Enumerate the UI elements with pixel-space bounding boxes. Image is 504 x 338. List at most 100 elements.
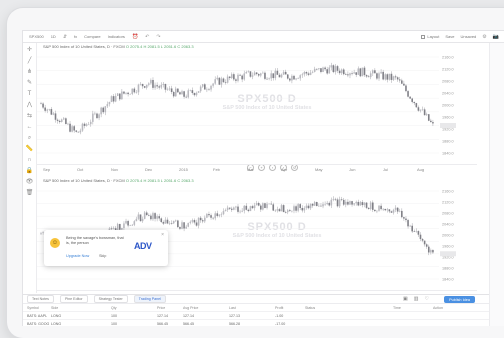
interval-button[interactable]: 1D	[51, 34, 56, 39]
bars-style-icon[interactable]: ⇵	[63, 34, 67, 40]
upgrade-popup: × ☺ Being the savage's bowsman, that is,…	[44, 230, 168, 266]
publish-idea-button[interactable]: Publish Idea	[444, 296, 475, 303]
candle-body	[158, 216, 160, 219]
heart-icon[interactable]: ♡	[425, 296, 429, 302]
compare-button[interactable]: Compare	[84, 34, 100, 39]
candle-body	[297, 78, 299, 79]
candle-body	[228, 207, 231, 209]
chart-type-icon[interactable]: ▥	[414, 296, 419, 302]
measure-icon[interactable]: 📏	[26, 146, 33, 152]
candle-body	[351, 201, 353, 205]
price-tick-label: 1960.0	[442, 245, 454, 249]
candle-body	[170, 88, 173, 93]
indicators-button[interactable]: Indicators	[108, 34, 125, 39]
candle-body	[96, 113, 98, 119]
settings-icon[interactable]: ⚙	[482, 34, 486, 40]
candle-body	[135, 92, 138, 93]
candle-body	[419, 109, 422, 111]
tab-pine-editor[interactable]: Pine Editor	[59, 295, 88, 303]
candle-body	[148, 83, 150, 85]
tab-trading-panel[interactable]: Trading Panel	[133, 295, 166, 303]
alert-icon[interactable]: ⏰	[132, 34, 138, 40]
candle-body	[195, 92, 198, 96]
price-tick-label: 2160.0	[442, 56, 454, 60]
zoom-icon[interactable]: ⌕	[28, 135, 31, 141]
candle-body	[411, 225, 413, 232]
candle-body	[108, 102, 111, 105]
candle-body	[218, 77, 221, 85]
candle-body	[336, 66, 339, 71]
layout-toggle[interactable]: Layout	[421, 34, 439, 39]
save-button[interactable]: Save	[445, 34, 454, 39]
candle-body	[378, 205, 380, 211]
price-tick-label: 1840.0	[442, 152, 454, 156]
snapshot-icon[interactable]: 📷	[493, 34, 499, 40]
prediction-icon[interactable]: ⇆	[27, 113, 32, 119]
candle-body	[423, 109, 426, 116]
trendline-icon[interactable]: ╱	[28, 58, 32, 64]
last-price-marker	[440, 251, 456, 257]
candle-body	[274, 210, 277, 212]
lock-icon[interactable]: 🔒	[26, 168, 33, 174]
magnet-icon[interactable]: ∩	[27, 157, 31, 163]
candle-body	[243, 73, 246, 80]
candle-body	[361, 202, 364, 206]
undo-icon[interactable]: ↶	[145, 34, 149, 40]
crosshair-icon[interactable]: ✛	[27, 47, 32, 53]
brush-icon[interactable]: ✎	[27, 80, 32, 86]
symbol-search[interactable]: SPX500	[29, 34, 44, 39]
candle-body	[230, 208, 233, 210]
text-icon[interactable]: T	[28, 91, 32, 97]
candle-body	[340, 69, 343, 74]
candle-body	[235, 206, 237, 208]
candle-body	[133, 221, 136, 225]
candle-body	[349, 73, 351, 76]
pattern-icon[interactable]: ⋀	[27, 102, 32, 108]
tab-text-notes[interactable]: Text Notes	[27, 295, 54, 303]
chart-pane-top[interactable]: SPX500 D S&P 500 Index of 10 United Stat…	[37, 43, 477, 173]
price-tick-label: 2040.0	[442, 223, 454, 227]
upgrade-now-link[interactable]: Upgrade Now	[66, 254, 89, 258]
candle-body	[197, 217, 200, 226]
legend-brand: FXCM	[113, 178, 125, 183]
redo-icon[interactable]: ↷	[156, 34, 160, 40]
candle-body	[432, 250, 434, 253]
candle-body	[170, 223, 173, 224]
candle-body	[415, 231, 418, 232]
price-tick-label: 1920.0	[442, 128, 454, 132]
col-price: Price	[157, 305, 166, 310]
tab-strategy-tester[interactable]: Strategy Tester	[93, 295, 128, 303]
candle-body	[282, 71, 285, 75]
candle-body	[417, 107, 420, 111]
skip-link[interactable]: Skip	[99, 254, 106, 258]
candle-body	[299, 75, 302, 79]
candle-body	[305, 72, 308, 74]
arrow-icon[interactable]: ←	[27, 124, 33, 130]
camera-icon[interactable]: ▣	[403, 296, 408, 302]
trash-icon[interactable]: 🗑	[26, 190, 34, 196]
visibility-icon[interactable]: 👁	[26, 179, 34, 185]
candle-body	[345, 74, 347, 75]
fx-button[interactable]: fx	[74, 34, 77, 39]
time-axis-top[interactable]: Sep Oct Nov Dec 2015 Feb Mar Apr May Jun Jul Aug	[37, 164, 477, 172]
col-avg-price: Avg Price	[183, 305, 199, 310]
table-row[interactable]: BATS: GOOG LONG 100 566.45 566.45 566.28…	[23, 320, 489, 326]
candle-body	[181, 91, 183, 95]
candle-body	[210, 85, 212, 90]
table-row[interactable]: BATS: AAPL LONG 100 127.14 127.14 127.13…	[23, 312, 489, 320]
candlestick-chart[interactable]: 2160.0 2120.0 2080.0 2040.0 2000.0 1960.0 1920…	[37, 43, 477, 163]
pitchfork-icon[interactable]: ⋔	[27, 69, 32, 75]
candle-body	[257, 73, 260, 76]
candle-body	[156, 85, 158, 87]
candle-body	[427, 246, 430, 253]
candle-body	[243, 205, 246, 211]
candle-body	[328, 67, 331, 74]
candle-body	[359, 202, 362, 206]
candle-body	[208, 214, 210, 216]
close-icon[interactable]: ×	[161, 232, 164, 238]
candle-body	[181, 222, 183, 229]
candle-body	[289, 78, 291, 81]
candle-body	[199, 86, 202, 92]
candle-body	[284, 71, 287, 75]
candle-body	[233, 74, 235, 80]
